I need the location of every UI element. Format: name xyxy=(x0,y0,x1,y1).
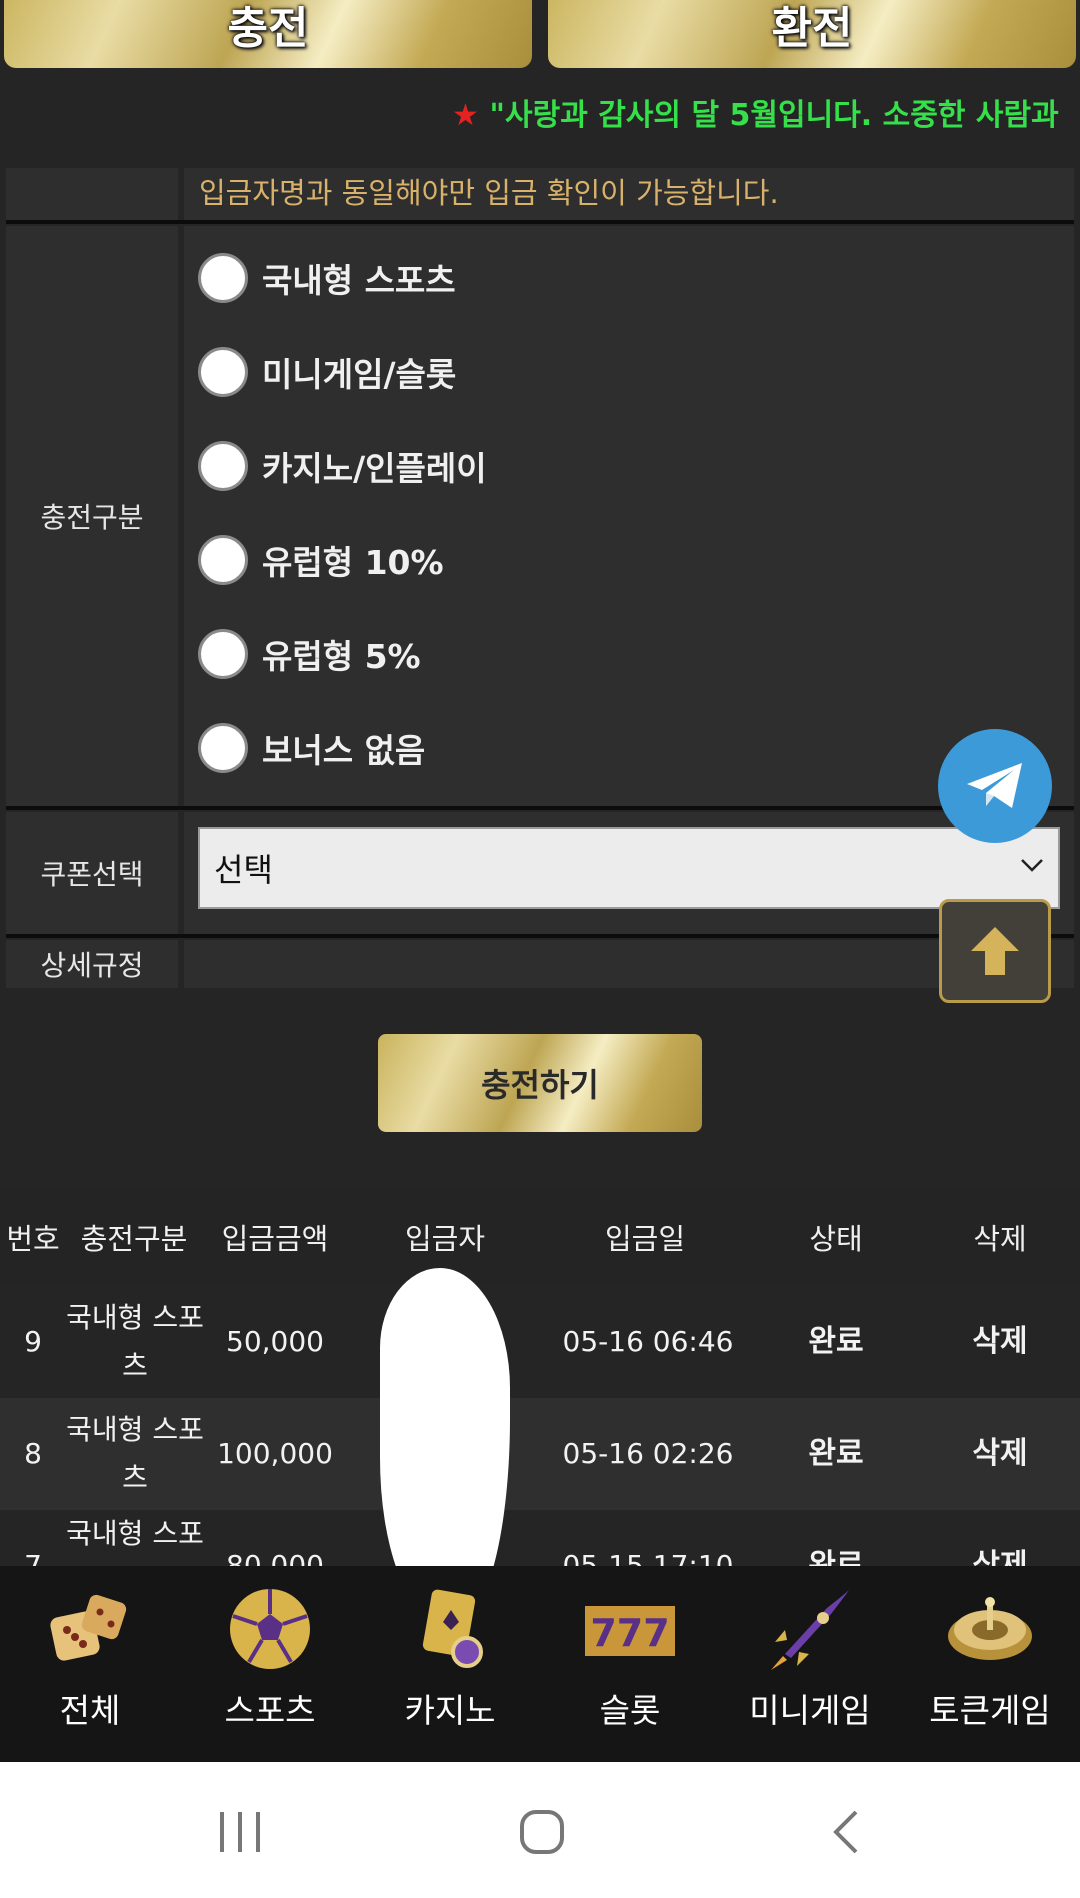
dice-icon xyxy=(50,1594,127,1661)
nav-slot[interactable]: 777 슬롯 xyxy=(540,1566,720,1762)
telegram-button[interactable] xyxy=(938,729,1052,843)
charge-type-options xyxy=(184,226,1074,806)
header-date: 입금일 xyxy=(604,1222,686,1256)
coupon-select[interactable]: 선택 xyxy=(198,827,1060,909)
radio-button[interactable] xyxy=(198,629,248,679)
telegram-icon xyxy=(967,763,1022,808)
bottom-nav: 전체 스포츠 카지노 777 슬롯 미니게임 토큰게임 xyxy=(0,1566,1080,1762)
back-icon[interactable] xyxy=(828,1808,864,1856)
svg-text:777: 777 xyxy=(590,1611,669,1655)
nav-minigame[interactable]: 미니게임 xyxy=(720,1566,900,1762)
radio-button[interactable] xyxy=(198,441,248,491)
charge-tab-label: 충전 xyxy=(227,3,309,54)
row-amount: 50,000 xyxy=(226,1325,324,1358)
announcement-marquee: ★ "사랑과 감사의 달 5월입니다. 소중한 사람과 xyxy=(452,90,1080,140)
row-status: 완료 xyxy=(808,1436,864,1471)
header-charge-type: 충전구분 xyxy=(80,1222,188,1256)
chevron-down-icon xyxy=(1021,859,1043,872)
table-row: 9 국내형 스포 츠 50,000 05-16 06:46 완료 삭제 xyxy=(0,1286,1080,1398)
row-charge-type: 국내형 스포 츠 xyxy=(66,1413,204,1494)
deposit-name-notice: 입금자명과 동일해야만 입금 확인이 가능합니다. xyxy=(199,176,779,210)
nav-label: 슬롯 xyxy=(599,1691,661,1730)
row-date: 05-16 02:26 xyxy=(562,1437,734,1470)
arrow-up-icon xyxy=(971,927,1019,975)
home-icon[interactable] xyxy=(518,1808,566,1856)
soccer-ball-icon xyxy=(230,1589,310,1669)
radio-button[interactable] xyxy=(198,723,248,773)
radio-button[interactable] xyxy=(198,253,248,303)
row-charge-type: 국내형 스포 츠 xyxy=(66,1301,204,1382)
option-domestic-sports[interactable]: 국내형 스포츠 xyxy=(198,253,456,303)
option-no-bonus[interactable]: 보너스 없음 xyxy=(198,723,425,773)
row-status: 완료 xyxy=(808,1324,864,1359)
radio-button[interactable] xyxy=(198,535,248,585)
nav-label: 미니게임 xyxy=(749,1691,871,1730)
nav-label: 스포츠 xyxy=(224,1691,316,1730)
roulette-icon xyxy=(948,1597,1032,1660)
scroll-top-button[interactable] xyxy=(939,899,1051,1003)
row-delete-button[interactable]: 삭제 xyxy=(940,1286,1060,1398)
recent-apps-icon[interactable] xyxy=(216,1810,264,1854)
rules-label: 상세규정 xyxy=(6,940,178,988)
row-number: 9 xyxy=(24,1325,42,1358)
exchange-tab-label: 환전 xyxy=(771,3,853,54)
option-casino-inplay[interactable]: 카지노/인플레이 xyxy=(198,441,487,491)
header-number: 번호 xyxy=(6,1222,60,1256)
slot-777-icon: 777 xyxy=(585,1606,675,1656)
charge-submit-button[interactable]: 충전하기 xyxy=(378,1034,702,1132)
row-delete-button[interactable]: 삭제 xyxy=(940,1398,1060,1510)
star-icon: ★ xyxy=(452,98,479,133)
notice-label-cell xyxy=(6,168,178,220)
row-amount: 100,000 xyxy=(217,1437,333,1470)
row-divider xyxy=(6,934,1074,938)
coupon-label: 쿠폰선택 xyxy=(6,812,178,934)
announcement-text: "사랑과 감사의 달 5월입니다. 소중한 사람과 xyxy=(489,98,1059,133)
nav-label: 전체 xyxy=(59,1691,121,1730)
header-delete: 삭제 xyxy=(973,1222,1027,1256)
nav-label: 카지노 xyxy=(404,1691,496,1730)
row-number: 8 xyxy=(24,1437,42,1470)
option-european-10[interactable]: 유럽형 10% xyxy=(198,535,444,585)
charge-tab-button[interactable]: 충전 xyxy=(4,0,532,68)
header-amount: 입금금액 xyxy=(221,1222,329,1256)
option-minigame-slot[interactable]: 미니게임/슬롯 xyxy=(198,347,456,397)
coupon-selected-value: 선택 xyxy=(214,851,273,889)
nav-token-game[interactable]: 토큰게임 xyxy=(900,1566,1080,1762)
option-european-5[interactable]: 유럽형 5% xyxy=(198,629,421,679)
row-divider xyxy=(6,806,1074,810)
charge-type-label: 충전구분 xyxy=(6,226,178,806)
history-table-header: 번호 충전구분 입금금액 입금자 입금일 상태 삭제 xyxy=(0,1188,1080,1286)
rocket-icon xyxy=(771,1590,849,1670)
nav-label: 토큰게임 xyxy=(929,1691,1051,1730)
system-navigation-bar xyxy=(0,1762,1080,1898)
nav-sports[interactable]: 스포츠 xyxy=(180,1566,360,1762)
nav-all[interactable]: 전체 xyxy=(0,1566,180,1762)
radio-button[interactable] xyxy=(198,347,248,397)
table-row: 8 국내형 스포 츠 100,000 05-16 02:26 완료 삭제 xyxy=(0,1398,1080,1510)
cards-chip-icon xyxy=(422,1589,483,1668)
row-divider xyxy=(6,220,1074,224)
row-date: 05-16 06:46 xyxy=(562,1325,734,1358)
exchange-tab-button[interactable]: 환전 xyxy=(548,0,1076,68)
nav-casino[interactable]: 카지노 xyxy=(360,1566,540,1762)
header-status: 상태 xyxy=(809,1222,863,1256)
